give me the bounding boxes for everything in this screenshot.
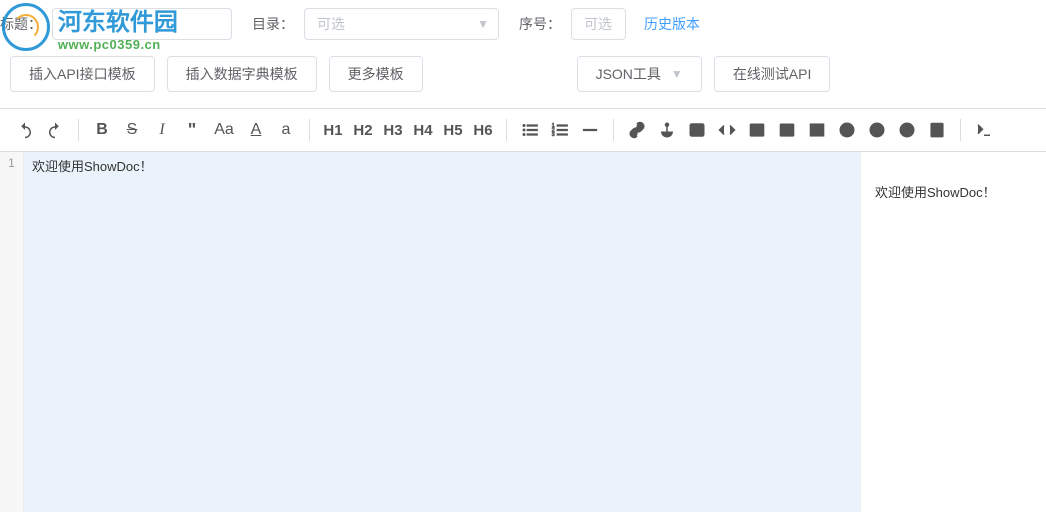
- editor-toolbar: B S I " Aa A a H1 H2 H3 H4 H5 H6 123 C: [0, 108, 1046, 152]
- bold-icon[interactable]: B: [87, 115, 117, 145]
- insert-api-template-button[interactable]: 插入API接口模板: [10, 56, 155, 92]
- h5-button[interactable]: H5: [438, 122, 468, 139]
- h3-button[interactable]: H3: [378, 122, 408, 139]
- h2-button[interactable]: H2: [348, 122, 378, 139]
- sequence-input[interactable]: [571, 8, 626, 40]
- ordered-list-icon[interactable]: 123: [545, 115, 575, 145]
- json-tool-label: JSON工具: [596, 64, 661, 84]
- image-icon[interactable]: [682, 115, 712, 145]
- anchor-icon[interactable]: [652, 115, 682, 145]
- chevron-down-icon: ▼: [671, 67, 683, 81]
- template-button-row: 插入API接口模板 插入数据字典模板 更多模板 JSON工具 ▼ 在线测试API: [0, 48, 1046, 108]
- sequence-label: 序号：: [519, 14, 561, 34]
- pagebreak-icon[interactable]: [922, 115, 952, 145]
- unordered-list-icon[interactable]: [515, 115, 545, 145]
- font-case-icon[interactable]: Aa: [207, 115, 241, 145]
- terminal-icon[interactable]: [969, 115, 999, 145]
- italic-icon[interactable]: I: [147, 115, 177, 145]
- code-content[interactable]: 欢迎使用ShowDoc！: [24, 152, 860, 512]
- quote-icon[interactable]: ": [177, 115, 207, 145]
- directory-select-input[interactable]: [304, 8, 499, 40]
- json-tool-button[interactable]: JSON工具 ▼: [577, 56, 702, 92]
- datetime-icon[interactable]: [832, 115, 862, 145]
- emoji-icon[interactable]: [862, 115, 892, 145]
- preview-content: 欢迎使用ShowDoc！: [875, 182, 1032, 201]
- special-char-icon[interactable]: C: [892, 115, 922, 145]
- table-icon[interactable]: [802, 115, 832, 145]
- top-form-row: 标题： 目录： ▼ 序号： 历史版本: [0, 0, 1046, 48]
- strikethrough-icon[interactable]: S: [117, 115, 147, 145]
- insert-dict-template-button[interactable]: 插入数据字典模板: [167, 56, 317, 92]
- svg-text:3: 3: [552, 132, 555, 138]
- code-line: 欢迎使用ShowDoc！: [32, 159, 153, 174]
- code-block-icon[interactable]: [742, 115, 772, 145]
- h4-button[interactable]: H4: [408, 122, 438, 139]
- history-link[interactable]: 历史版本: [644, 14, 700, 34]
- font-size-icon[interactable]: a: [271, 115, 301, 145]
- line-gutter: 1: [0, 152, 24, 512]
- title-label: 标题：: [0, 14, 42, 34]
- horizontal-rule-icon[interactable]: [575, 115, 605, 145]
- undo-icon[interactable]: [10, 115, 40, 145]
- editor-area: 1 欢迎使用ShowDoc！ 欢迎使用ShowDoc！: [0, 152, 1046, 512]
- test-api-button[interactable]: 在线测试API: [714, 56, 831, 92]
- code-panel: 1 欢迎使用ShowDoc！: [0, 152, 861, 512]
- directory-label: 目录：: [252, 14, 294, 34]
- h1-button[interactable]: H1: [318, 122, 348, 139]
- font-color-icon[interactable]: A: [241, 115, 271, 145]
- svg-text:C: C: [904, 126, 910, 135]
- title-input[interactable]: [52, 8, 232, 40]
- redo-icon[interactable]: [40, 115, 70, 145]
- directory-select[interactable]: ▼: [304, 8, 499, 40]
- more-template-button[interactable]: 更多模板: [329, 56, 423, 92]
- preformatted-icon[interactable]: [772, 115, 802, 145]
- line-number: 1: [0, 156, 23, 170]
- code-icon[interactable]: [712, 115, 742, 145]
- link-icon[interactable]: [622, 115, 652, 145]
- preview-panel: 欢迎使用ShowDoc！: [861, 152, 1046, 512]
- h6-button[interactable]: H6: [468, 122, 498, 139]
